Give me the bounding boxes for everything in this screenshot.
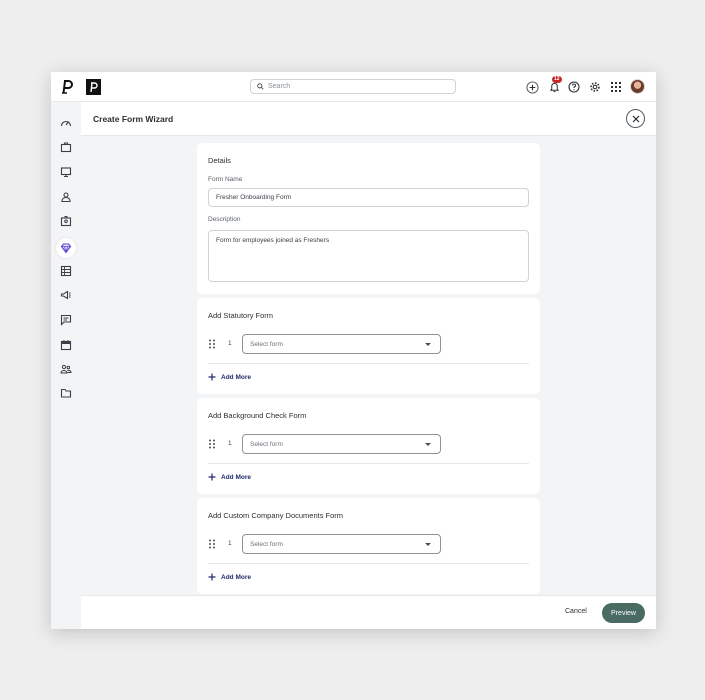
megaphone-icon — [60, 290, 71, 300]
details-heading: Details — [208, 156, 231, 165]
form-row: 1 Select form — [208, 334, 529, 354]
folder-icon — [60, 388, 72, 398]
person-icon — [61, 192, 71, 203]
form-row: 1 Select form — [208, 434, 529, 454]
form-name-label: Form Name — [208, 176, 243, 183]
drag-handle-icon[interactable] — [208, 539, 216, 549]
add-more-label: Add More — [221, 373, 251, 381]
top-bar: Search 12 — [51, 72, 656, 102]
sidebar-item-dashboard[interactable] — [59, 116, 73, 130]
row-number: 1 — [228, 440, 232, 447]
sidebar-item-devices[interactable] — [59, 165, 73, 179]
add-button[interactable] — [525, 80, 539, 94]
preview-button[interactable]: Preview — [602, 603, 645, 623]
calendar-icon — [60, 340, 72, 351]
sidebar-item-people[interactable] — [59, 190, 73, 204]
diamond-icon — [60, 243, 72, 254]
sidebar-item-onboarding[interactable] — [59, 241, 73, 255]
table-icon — [60, 265, 72, 277]
description-label: Description — [208, 216, 241, 223]
add-more-label: Add More — [221, 573, 251, 581]
background-check-form-card: Add Background Check Form 1 Select form … — [197, 398, 540, 494]
divider — [208, 563, 529, 564]
select-placeholder: Select form — [250, 340, 283, 348]
row-number: 1 — [228, 540, 232, 547]
notification-badge: 12 — [552, 76, 562, 83]
statutory-form-card: Add Statutory Form 1 Select form Add Mor… — [197, 298, 540, 394]
apps-button[interactable] — [609, 80, 623, 94]
plus-icon — [208, 373, 216, 381]
sidebar — [51, 102, 81, 629]
plus-icon — [208, 573, 216, 581]
plus-circle-icon — [525, 80, 539, 94]
close-icon — [632, 115, 639, 122]
briefcase-icon — [60, 142, 72, 153]
divider — [208, 363, 529, 364]
sidebar-item-documents[interactable] — [59, 386, 73, 400]
wizard-panel: Create Form Wizard Details Form Name Fre… — [81, 102, 656, 629]
company-logo-icon — [90, 81, 98, 92]
caret-down-icon — [425, 543, 431, 546]
add-more-button[interactable]: Add More — [208, 373, 251, 381]
section-title: Add Background Check Form — [208, 411, 307, 420]
add-more-button[interactable]: Add More — [208, 573, 251, 581]
sidebar-item-teams[interactable] — [59, 362, 73, 376]
panel-header: Create Form Wizard — [81, 102, 656, 136]
drag-handle-icon[interactable] — [208, 339, 216, 349]
gear-icon — [590, 82, 600, 92]
app-window: Search 12 Create Form Wizard Details For… — [51, 72, 656, 629]
wizard-footer: Cancel Preview — [81, 595, 656, 629]
form-name-field[interactable]: Fresher Onboarding Form — [208, 188, 529, 207]
sidebar-item-reports[interactable] — [59, 264, 73, 278]
caret-down-icon — [425, 343, 431, 346]
section-title: Add Custom Company Documents Form — [208, 511, 344, 520]
chat-icon — [60, 314, 72, 326]
search-icon — [257, 83, 264, 90]
add-more-label: Add More — [221, 473, 251, 481]
search-input[interactable]: Search — [268, 83, 290, 90]
select-form-dropdown[interactable]: Select form — [242, 334, 441, 354]
cancel-button[interactable]: Cancel — [565, 608, 587, 615]
sidebar-item-calendar[interactable] — [59, 338, 73, 352]
select-placeholder: Select form — [250, 440, 283, 448]
sidebar-item-work[interactable] — [59, 140, 73, 154]
sidebar-item-announcements[interactable] — [59, 288, 73, 302]
select-form-dropdown[interactable]: Select form — [242, 434, 441, 454]
settings-button[interactable] — [588, 80, 602, 94]
select-form-dropdown[interactable]: Select form — [242, 534, 441, 554]
company-logo[interactable] — [86, 79, 101, 95]
dashboard-icon — [60, 120, 72, 127]
section-title: Add Statutory Form — [208, 311, 274, 320]
drag-handle-icon[interactable] — [208, 439, 216, 449]
id-badge-icon — [60, 216, 72, 227]
user-avatar[interactable] — [630, 79, 645, 94]
monitor-icon — [60, 167, 72, 178]
app-logo[interactable] — [60, 78, 74, 96]
people-icon — [60, 364, 72, 374]
row-number: 1 — [228, 340, 232, 347]
divider — [208, 463, 529, 464]
search-bar[interactable]: Search — [250, 79, 456, 94]
form-row: 1 Select form — [208, 534, 529, 554]
plus-icon — [208, 473, 216, 481]
select-placeholder: Select form — [250, 540, 283, 548]
grid-apps-icon — [611, 82, 621, 92]
sidebar-item-messages[interactable] — [59, 313, 73, 327]
sidebar-item-id[interactable] — [59, 214, 73, 228]
custom-documents-form-card: Add Custom Company Documents Form 1 Sele… — [197, 498, 540, 594]
details-card: Details Form Name Fresher Onboarding For… — [197, 143, 540, 294]
add-more-button[interactable]: Add More — [208, 473, 251, 481]
page-title: Create Form Wizard — [93, 114, 174, 124]
close-button[interactable] — [626, 109, 645, 128]
logo-p-icon — [62, 80, 73, 94]
description-field[interactable]: Form for employees joined as Freshers — [208, 230, 529, 282]
help-button[interactable] — [567, 80, 581, 94]
caret-down-icon — [425, 443, 431, 446]
help-icon — [568, 81, 580, 93]
